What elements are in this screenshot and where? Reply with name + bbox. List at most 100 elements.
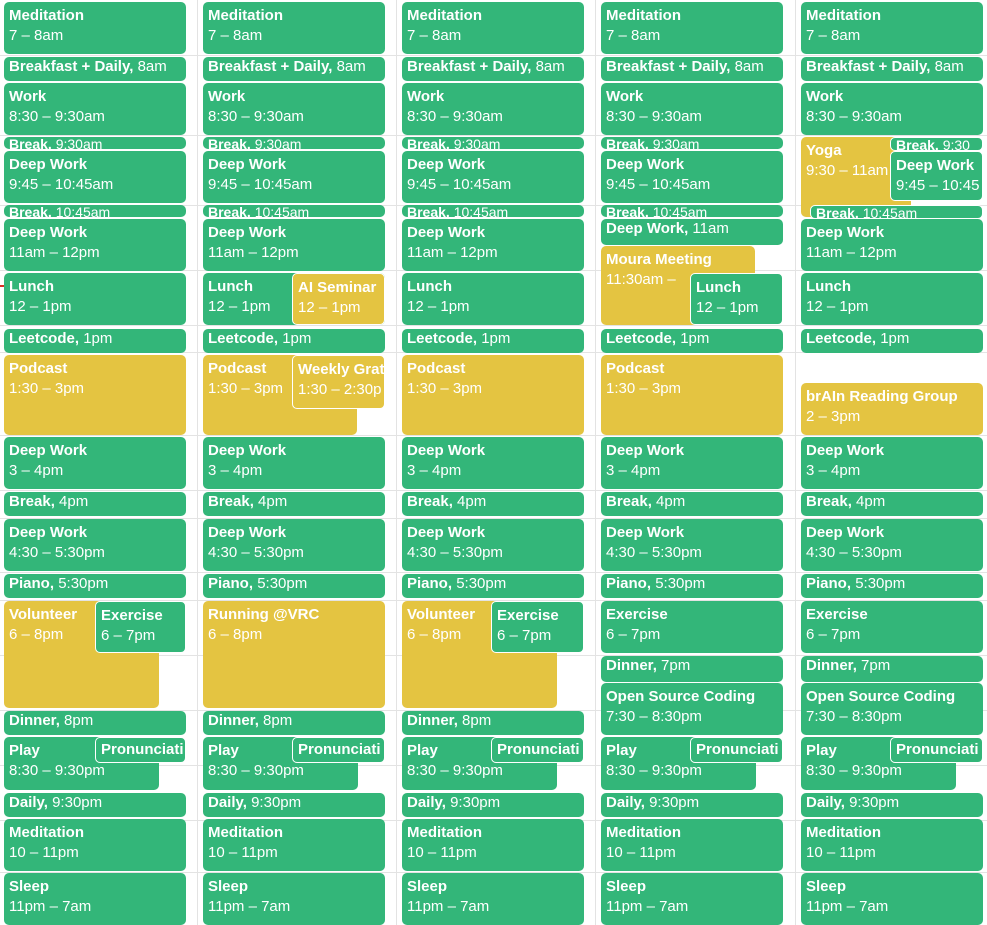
- event-deep-work[interactable]: Deep Work 3 – 4pm: [601, 437, 783, 489]
- event-break[interactable]: Break, 10:45am: [810, 205, 983, 219]
- event-daily[interactable]: Daily, 9:30pm: [601, 793, 783, 817]
- event-break[interactable]: Break, 9:30am: [601, 137, 783, 149]
- event-sleep[interactable]: Sleep 11pm – 7am: [601, 873, 783, 925]
- event-meditation[interactable]: Meditation 10 – 11pm: [402, 819, 584, 871]
- event-meditation[interactable]: Meditation 10 – 11pm: [801, 819, 983, 871]
- event-meditation[interactable]: Meditation 7 – 8am: [601, 2, 783, 54]
- event-deep-work[interactable]: Deep Work 4:30 – 5:30pm: [801, 519, 983, 571]
- event-deep-work[interactable]: Deep Work 3 – 4pm: [203, 437, 385, 489]
- event-deep-work[interactable]: Deep Work 4:30 – 5:30pm: [203, 519, 385, 571]
- event-deep-work[interactable]: Deep Work 4:30 – 5:30pm: [601, 519, 783, 571]
- event-pronunciati[interactable]: Pronunciati: [292, 737, 385, 763]
- event-break[interactable]: Break, 10:45am: [4, 205, 186, 217]
- event-dinner[interactable]: Dinner, 7pm: [601, 656, 783, 682]
- event-open-source-coding[interactable]: Open Source Coding 7:30 – 8:30pm: [601, 683, 783, 735]
- event-meditation[interactable]: Meditation 10 – 11pm: [601, 819, 783, 871]
- event-pronunciati[interactable]: Pronunciati: [491, 737, 584, 763]
- event-pronunciati[interactable]: Pronunciati: [95, 737, 186, 763]
- event-deep-work[interactable]: Deep Work 11am – 12pm: [801, 219, 983, 271]
- event-leetcode[interactable]: Leetcode, 1pm: [203, 329, 385, 353]
- event-break[interactable]: Break, 10:45am: [203, 205, 385, 217]
- event-daily[interactable]: Daily, 9:30pm: [402, 793, 584, 817]
- event-lunch[interactable]: Lunch 12 – 1pm: [690, 273, 783, 325]
- event-leetcode[interactable]: Leetcode, 1pm: [801, 329, 983, 353]
- event-pronunciati[interactable]: Pronunciati: [690, 737, 783, 763]
- event-ai-seminar[interactable]: AI Seminar 12 – 1pm: [292, 273, 385, 325]
- event-work[interactable]: Work 8:30 – 9:30am: [402, 83, 584, 135]
- event-dinner[interactable]: Dinner, 8pm: [402, 711, 584, 735]
- event-deep-work[interactable]: Deep Work 11am – 12pm: [4, 219, 186, 271]
- event-deep-work[interactable]: Deep Work 9:45 – 10:45am: [203, 151, 385, 203]
- event-breakfast-daily[interactable]: Breakfast + Daily, 8am: [203, 57, 385, 81]
- event-dinner[interactable]: Dinner, 8pm: [4, 711, 186, 735]
- event-piano[interactable]: Piano, 5:30pm: [203, 574, 385, 598]
- event-exercise[interactable]: Exercise 6 – 7pm: [95, 601, 186, 653]
- event-meditation[interactable]: Meditation 10 – 11pm: [203, 819, 385, 871]
- event-lunch[interactable]: Lunch 12 – 1pm: [402, 273, 584, 325]
- event-open-source-coding[interactable]: Open Source Coding 7:30 – 8:30pm: [801, 683, 983, 735]
- event-break[interactable]: Break, 10:45am: [402, 205, 584, 217]
- event-lunch[interactable]: Lunch 12 – 1pm: [801, 273, 983, 325]
- event-break[interactable]: Break, 4pm: [601, 492, 783, 516]
- event-sleep[interactable]: Sleep 11pm – 7am: [801, 873, 983, 925]
- event-break[interactable]: Break, 9:30am: [402, 137, 584, 149]
- event-deep-work[interactable]: Deep Work 9:45 – 10:45am: [402, 151, 584, 203]
- event-meditation[interactable]: Meditation 7 – 8am: [402, 2, 584, 54]
- event-meditation[interactable]: Meditation 7 – 8am: [4, 2, 186, 54]
- event-deep-work[interactable]: Deep Work 9:45 – 10:45am: [601, 151, 783, 203]
- event-dinner[interactable]: Dinner, 8pm: [203, 711, 385, 735]
- event-pronunciati[interactable]: Pronunciati: [890, 737, 983, 763]
- event-breakfast-daily[interactable]: Breakfast + Daily, 8am: [801, 57, 983, 81]
- event-piano[interactable]: Piano, 5:30pm: [601, 574, 783, 598]
- event-deep-work[interactable]: Deep Work 11am – 12pm: [402, 219, 584, 271]
- event-deep-work[interactable]: Deep Work 9:45 – 10:45am: [4, 151, 186, 203]
- event-work[interactable]: Work 8:30 – 9:30am: [4, 83, 186, 135]
- event-podcast[interactable]: Podcast 1:30 – 3pm: [402, 355, 584, 435]
- event-break[interactable]: Break, 9:30am: [203, 137, 385, 149]
- event-break[interactable]: Break, 4pm: [402, 492, 584, 516]
- event-daily[interactable]: Daily, 9:30pm: [4, 793, 186, 817]
- event-sleep[interactable]: Sleep 11pm – 7am: [203, 873, 385, 925]
- event-exercise[interactable]: Exercise 6 – 7pm: [601, 601, 783, 653]
- event-exercise[interactable]: Exercise 6 – 7pm: [491, 601, 584, 653]
- event-weekly-grat[interactable]: Weekly Grat 1:30 – 2:30p: [292, 355, 385, 409]
- event-deep-work[interactable]: Deep Work 4:30 – 5:30pm: [4, 519, 186, 571]
- event-daily[interactable]: Daily, 9:30pm: [801, 793, 983, 817]
- event-deep-work[interactable]: Deep Work 3 – 4pm: [402, 437, 584, 489]
- event-deep-work[interactable]: Deep Work 11am – 12pm: [203, 219, 385, 271]
- event-work[interactable]: Work 8:30 – 9:30am: [801, 83, 983, 135]
- event-work[interactable]: Work 8:30 – 9:30am: [203, 83, 385, 135]
- event-break[interactable]: Break, 4pm: [203, 492, 385, 516]
- event-sleep[interactable]: Sleep 11pm – 7am: [4, 873, 186, 925]
- event-meditation[interactable]: Meditation 7 – 8am: [203, 2, 385, 54]
- event-work[interactable]: Work 8:30 – 9:30am: [601, 83, 783, 135]
- event-leetcode[interactable]: Leetcode, 1pm: [402, 329, 584, 353]
- event-deep-work[interactable]: Deep Work 4:30 – 5:30pm: [402, 519, 584, 571]
- event-break[interactable]: Break, 9:30am: [4, 137, 186, 149]
- event-dinner[interactable]: Dinner, 7pm: [801, 656, 983, 682]
- event-piano[interactable]: Piano, 5:30pm: [801, 574, 983, 598]
- event-deep-work[interactable]: Deep Work, 11am: [601, 219, 783, 245]
- event-meditation[interactable]: Meditation 7 – 8am: [801, 2, 983, 54]
- event-deep-work[interactable]: Deep Work 3 – 4pm: [801, 437, 983, 489]
- event-meditation[interactable]: Meditation 10 – 11pm: [4, 819, 186, 871]
- event-piano[interactable]: Piano, 5:30pm: [4, 574, 186, 598]
- event-sleep[interactable]: Sleep 11pm – 7am: [402, 873, 584, 925]
- event-breakfast-daily[interactable]: Breakfast + Daily, 8am: [601, 57, 783, 81]
- event-break[interactable]: Break, 4pm: [801, 492, 983, 516]
- event-breakfast-daily[interactable]: Breakfast + Daily, 8am: [4, 57, 186, 81]
- event-brain-reading-group[interactable]: brAIn Reading Group 2 – 3pm: [801, 383, 983, 435]
- event-breakfast-daily[interactable]: Breakfast + Daily, 8am: [402, 57, 584, 81]
- event-piano[interactable]: Piano, 5:30pm: [402, 574, 584, 598]
- event-podcast[interactable]: Podcast 1:30 – 3pm: [601, 355, 783, 435]
- event-lunch[interactable]: Lunch 12 – 1pm: [4, 273, 186, 325]
- event-deep-work[interactable]: Deep Work 3 – 4pm: [4, 437, 186, 489]
- event-daily[interactable]: Daily, 9:30pm: [203, 793, 385, 817]
- event-podcast[interactable]: Podcast 1:30 – 3pm: [4, 355, 186, 435]
- event-break[interactable]: Break, 9:30: [890, 137, 983, 151]
- event-break[interactable]: Break, 10:45am: [601, 205, 783, 217]
- event-exercise[interactable]: Exercise 6 – 7pm: [801, 601, 983, 653]
- event-leetcode[interactable]: Leetcode, 1pm: [601, 329, 783, 353]
- event-running-vrc[interactable]: Running @VRC 6 – 8pm: [203, 601, 385, 708]
- event-deep-work[interactable]: Deep Work 9:45 – 10:45: [890, 151, 983, 201]
